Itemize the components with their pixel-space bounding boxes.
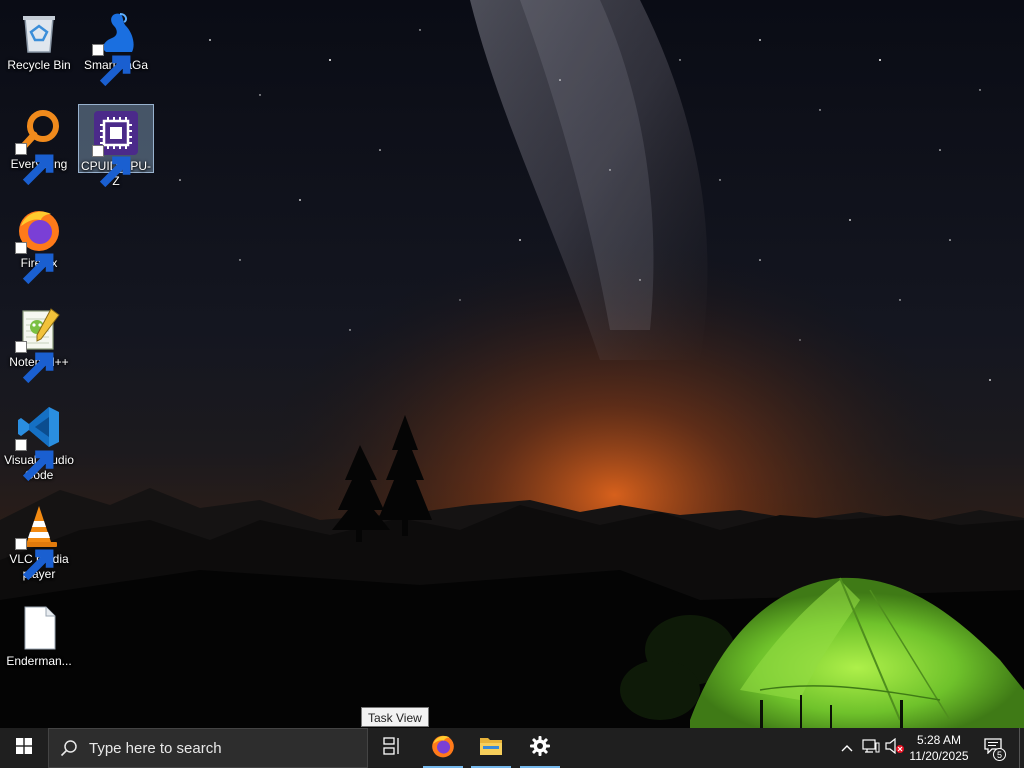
action-center-button[interactable]: 5 bbox=[976, 728, 1010, 768]
everything-magnifier-icon bbox=[15, 107, 63, 186]
show-desktop-button[interactable] bbox=[1019, 728, 1024, 768]
tray-overflow-button[interactable] bbox=[838, 728, 856, 768]
volume-muted-icon bbox=[885, 737, 905, 759]
shortcut-arrow-icon bbox=[92, 145, 131, 188]
taskbar-app-file-explorer[interactable] bbox=[467, 728, 515, 768]
search-icon bbox=[49, 739, 89, 757]
taskbar-app-firefox[interactable] bbox=[419, 728, 467, 768]
taskbar-app-settings[interactable] bbox=[516, 728, 564, 768]
windows-logo-icon bbox=[16, 737, 32, 759]
start-button[interactable] bbox=[0, 728, 48, 768]
desktop-icon-notepadpp[interactable]: Notepad++ bbox=[1, 301, 77, 384]
firefox-icon bbox=[430, 733, 456, 764]
network-button[interactable] bbox=[860, 728, 882, 768]
search-placeholder: Type here to search bbox=[89, 739, 222, 757]
recycle-bin-icon bbox=[15, 8, 63, 56]
blank-file-icon bbox=[15, 604, 63, 652]
desktop-icon-label: Enderman... bbox=[6, 654, 72, 668]
desktop-icon-vscode[interactable]: Visual Studio Code bbox=[1, 399, 77, 483]
shortcut-arrow-icon bbox=[15, 439, 54, 482]
shortcut-arrow-icon bbox=[92, 44, 131, 87]
search-box[interactable]: Type here to search bbox=[48, 728, 368, 768]
vscode-icon bbox=[15, 403, 63, 482]
desktop-icon-label: Recycle Bin bbox=[7, 58, 71, 72]
desktop-icon-everything[interactable]: Everything bbox=[1, 103, 77, 186]
smartgaga-swan-icon bbox=[92, 8, 140, 87]
clock-time: 5:28 AM bbox=[916, 733, 962, 747]
desktop-icon-vlc[interactable]: VLC media player bbox=[1, 498, 77, 582]
gear-icon bbox=[529, 735, 551, 762]
desktop-icon-firefox[interactable]: Firefox bbox=[1, 202, 77, 285]
desktop-icon-enderman-file[interactable]: Enderman... bbox=[1, 600, 77, 669]
shortcut-arrow-icon bbox=[15, 242, 54, 285]
notification-count-badge: 5 bbox=[993, 748, 1006, 761]
shortcut-arrow-icon bbox=[15, 538, 54, 581]
taskbar-clock[interactable]: 5:28 AM 11/20/2025 bbox=[906, 728, 972, 768]
clock-date: 11/20/2025 bbox=[909, 749, 969, 763]
network-icon bbox=[862, 738, 880, 759]
desktop-icon-cpu-z[interactable]: CPUID CPU-Z bbox=[78, 104, 154, 188]
chevron-up-icon bbox=[841, 739, 853, 757]
notepadpp-icon bbox=[15, 305, 63, 384]
task-view-icon bbox=[383, 736, 401, 760]
desktop-icon-smartgaga[interactable]: SmartGaGa bbox=[78, 4, 154, 87]
vlc-cone-icon bbox=[15, 502, 63, 581]
folder-icon bbox=[479, 735, 503, 762]
taskbar: Type here to search 5:28 AM 11/20/2025 5 bbox=[0, 728, 1024, 768]
volume-button[interactable] bbox=[884, 728, 906, 768]
task-view-tooltip: Task View bbox=[361, 707, 429, 727]
shortcut-arrow-icon bbox=[15, 143, 54, 186]
desktop-icon-recycle-bin[interactable]: Recycle Bin bbox=[1, 4, 77, 73]
shortcut-arrow-icon bbox=[15, 341, 54, 384]
firefox-icon bbox=[15, 206, 63, 285]
cpu-z-chip-icon bbox=[92, 109, 140, 188]
task-view-button[interactable] bbox=[368, 728, 416, 768]
